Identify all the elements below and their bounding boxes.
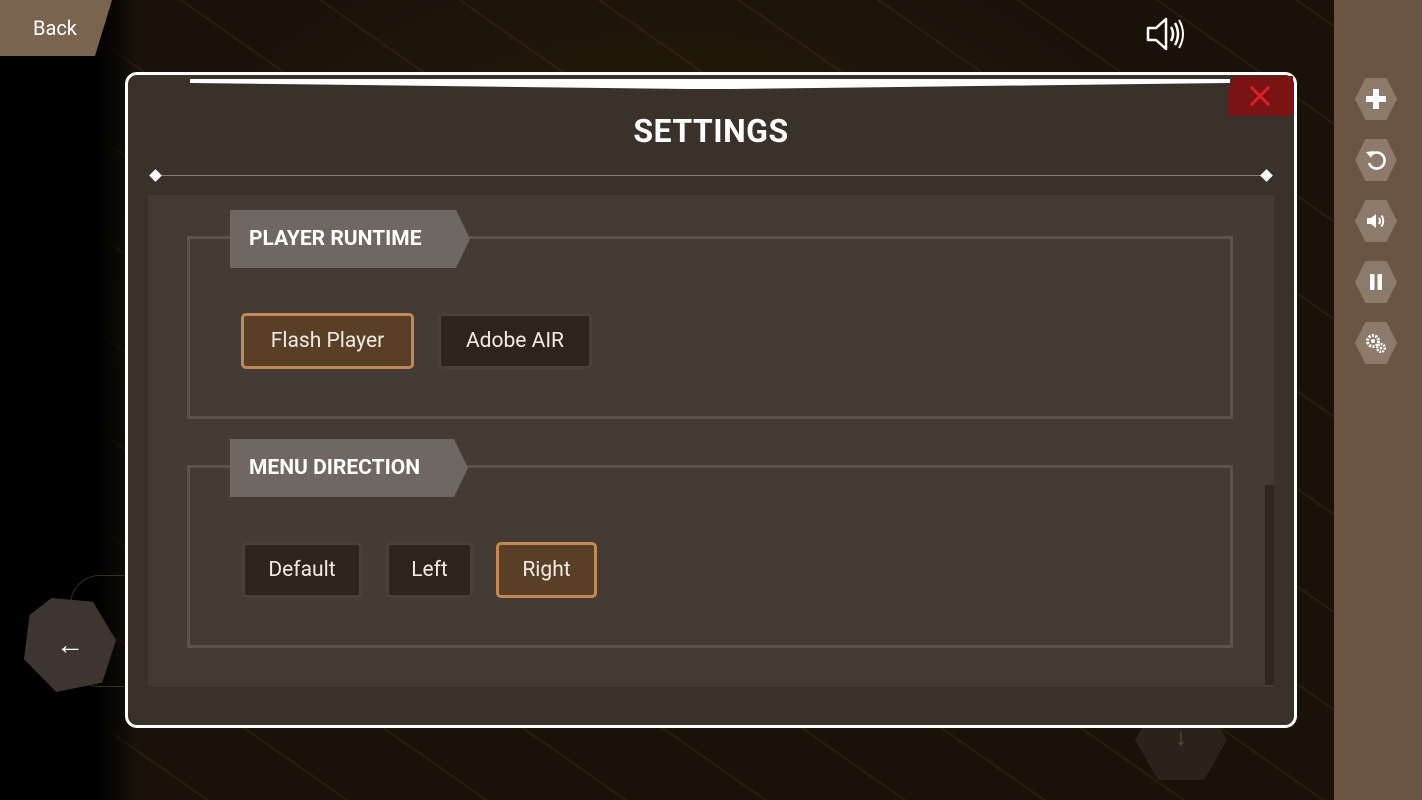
default-option[interactable]: Default: [242, 542, 362, 598]
close-button[interactable]: [1227, 76, 1293, 116]
player-runtime-label: PLAYER RUNTIME: [230, 210, 470, 268]
right-option[interactable]: Right: [496, 542, 597, 598]
back-button[interactable]: Back: [0, 0, 112, 56]
menu-direction-label: MENU DIRECTION: [230, 439, 468, 497]
close-icon: [1249, 85, 1271, 107]
arrow-left-icon: ←: [56, 628, 84, 661]
dialog-title: SETTINGS: [633, 112, 789, 150]
content-scrollbar[interactable]: [1265, 485, 1274, 685]
volume-icon: [1367, 214, 1385, 228]
restart-icon: [1366, 151, 1386, 170]
flash-player-option[interactable]: Flash Player: [241, 313, 414, 369]
volume-button[interactable]: [1355, 200, 1397, 242]
pause-icon: [1370, 274, 1382, 290]
settings-gears-button[interactable]: [1355, 322, 1397, 364]
pause-button[interactable]: [1355, 261, 1397, 303]
gears-icon: [1366, 334, 1387, 354]
gamepad-icon: [1366, 89, 1386, 109]
speaker-icon[interactable]: [1144, 12, 1188, 56]
left-option[interactable]: Left: [386, 542, 473, 598]
title-divider: [155, 175, 1267, 176]
adobe-air-option[interactable]: Adobe AIR: [438, 313, 592, 369]
